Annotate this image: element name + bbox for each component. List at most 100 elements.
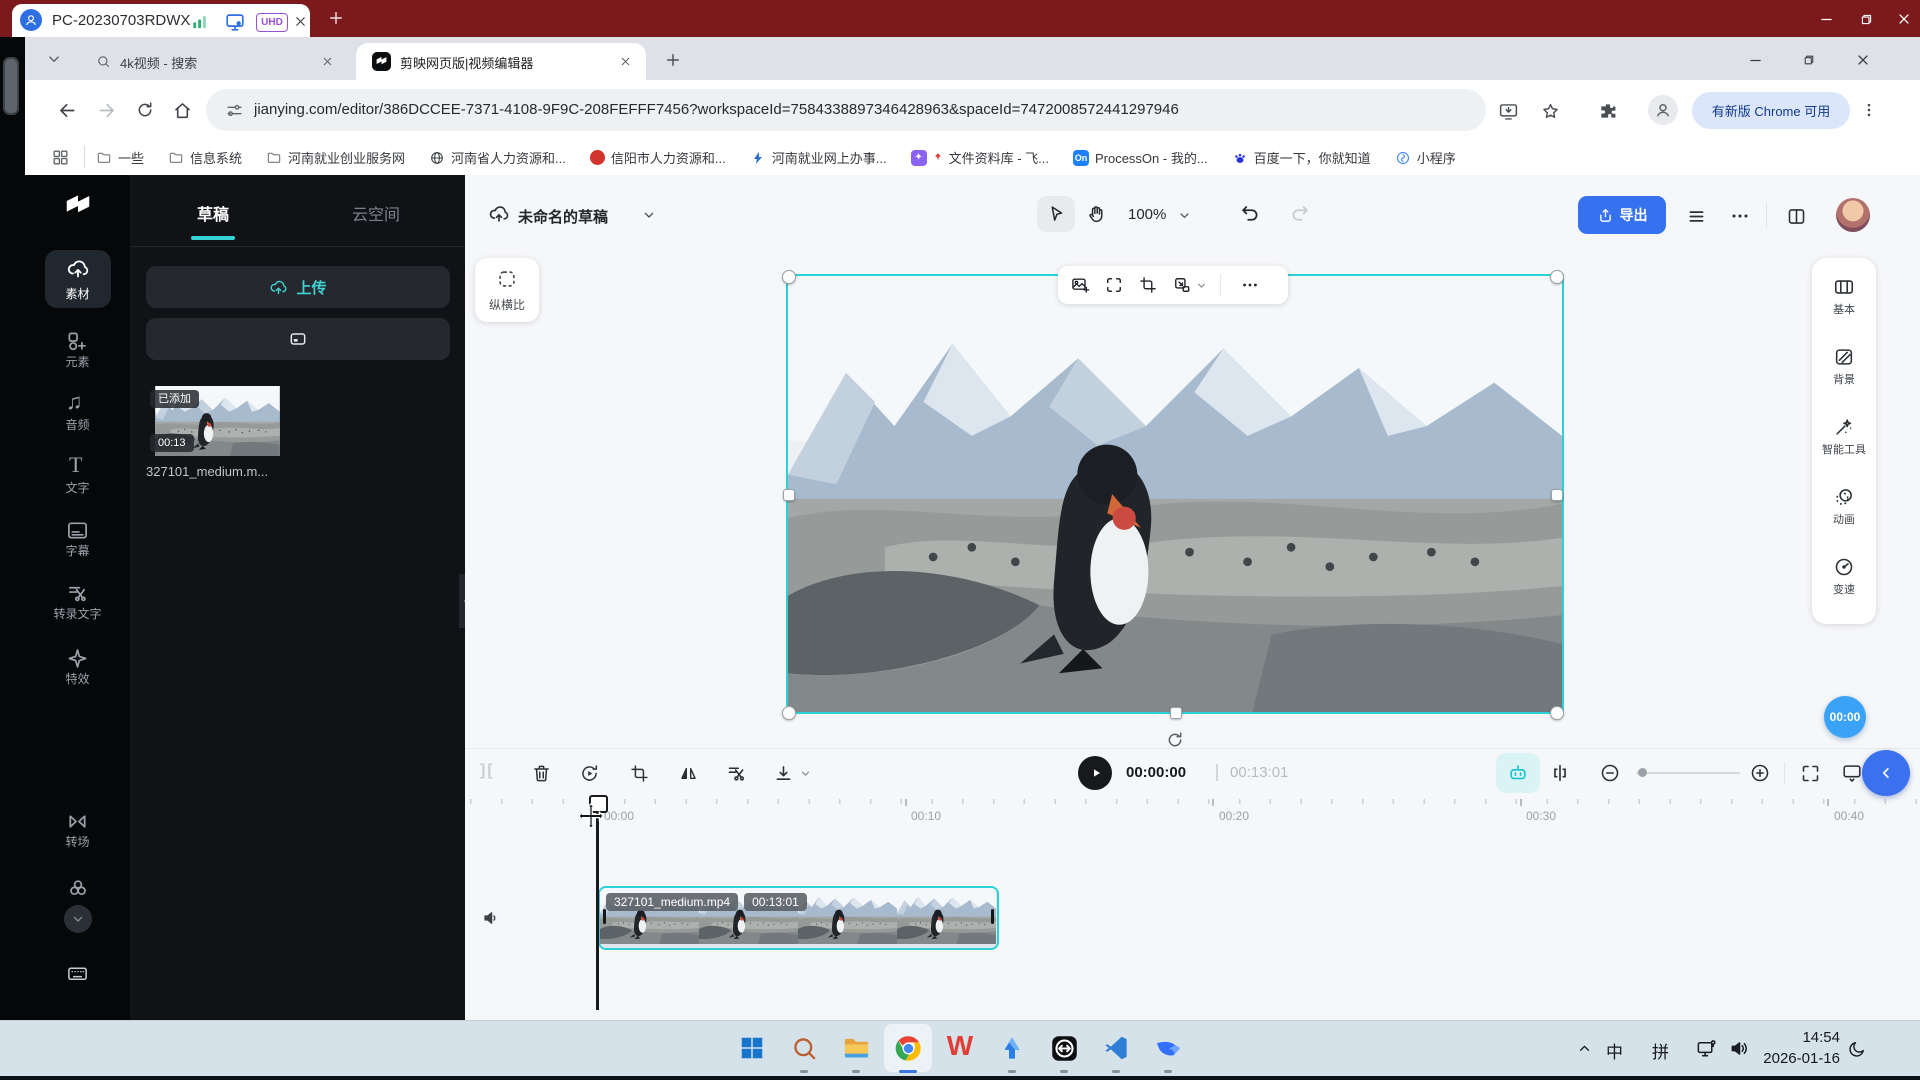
wps-icon[interactable]: W [944, 1030, 976, 1062]
timeline-ruler[interactable] [470, 799, 1920, 804]
pip-layout-button[interactable] [146, 318, 450, 360]
tab-list-chevron-icon[interactable] [44, 49, 64, 69]
crop-clip-icon[interactable] [627, 761, 651, 785]
chrome-menu-icon[interactable] [1858, 99, 1880, 121]
profile-avatar[interactable] [1648, 95, 1678, 125]
resize-chevron-icon[interactable] [1194, 278, 1208, 292]
more-options-icon[interactable] [1728, 204, 1752, 228]
chrome-maximize-button[interactable] [1798, 49, 1820, 71]
side-panel-handle[interactable] [3, 57, 19, 115]
session-monitor-icon[interactable] [224, 11, 246, 33]
tray-chevron-up-icon[interactable] [1574, 1038, 1594, 1058]
teamviewer-icon[interactable] [1048, 1032, 1080, 1064]
timeline-collapse-pill[interactable] [1862, 750, 1910, 796]
omnibox[interactable]: jianying.com/editor/386DCCEE-7371-4108-9… [206, 89, 1486, 131]
tray-network-icon[interactable] [1694, 1036, 1718, 1060]
reverse-icon[interactable] [577, 761, 601, 785]
smart-assistant-button[interactable] [1496, 753, 1540, 793]
rail-label[interactable]: 变速 [1812, 581, 1876, 597]
text-icon[interactable]: T [69, 454, 82, 476]
new-session-button[interactable] [326, 8, 346, 28]
chrome-taskbar-icon[interactable] [892, 1032, 924, 1064]
subtitle-icon[interactable] [66, 519, 89, 542]
nav-label[interactable]: 文字 [25, 479, 130, 496]
aspect-ratio-button[interactable]: 纵横比 [475, 258, 539, 322]
chrome-minimize-button[interactable] [1744, 49, 1766, 71]
refresh-icon[interactable] [133, 98, 157, 122]
vscode-icon[interactable] [1100, 1032, 1132, 1064]
transcribe-icon[interactable] [66, 582, 89, 605]
zoom-chevron-icon[interactable] [1176, 207, 1192, 223]
transition-icon[interactable] [66, 810, 89, 833]
uhd-badge[interactable]: UHD [256, 13, 288, 32]
draft-title[interactable]: 未命名的草稿 [518, 206, 608, 227]
nav-label[interactable]: 音频 [25, 416, 130, 433]
delete-icon[interactable] [529, 761, 553, 785]
zoom-in-icon[interactable] [1748, 761, 1772, 785]
rail-label[interactable]: 智能工具 [1812, 441, 1876, 457]
tab-drafts[interactable]: 草稿 [197, 201, 229, 225]
zoom-slider-thumb[interactable] [1638, 768, 1647, 777]
background-icon[interactable] [1833, 346, 1855, 368]
bookmark-star-icon[interactable] [1538, 99, 1562, 123]
upload-button[interactable]: 上传 [146, 266, 450, 308]
draft-title-chevron-icon[interactable] [640, 206, 658, 224]
zoom-level[interactable]: 100% [1128, 206, 1166, 223]
tray-volume-icon[interactable] [1728, 1036, 1752, 1060]
browser-tab-capcut[interactable]: 剪映网页版|视频编辑器 [356, 43, 646, 80]
nav-label[interactable]: 字幕 [25, 542, 130, 559]
bookmark-item[interactable]: 一些 [96, 148, 144, 167]
elements-icon[interactable] [66, 330, 89, 353]
bookmark-item[interactable]: OnProcessOn - 我的... [1073, 148, 1208, 167]
bookmark-item[interactable]: 河南就业网上办事... [750, 148, 887, 167]
selection-handle-w[interactable] [783, 489, 795, 501]
rail-label[interactable]: 背景 [1812, 371, 1876, 387]
rdp-minimize-button[interactable] [1816, 9, 1836, 29]
back-icon[interactable] [55, 98, 79, 122]
tab-close-icon[interactable] [618, 54, 633, 69]
selection-handle-s[interactable] [1170, 707, 1182, 719]
filter-icon[interactable] [66, 876, 90, 900]
basic-icon[interactable] [1833, 276, 1855, 298]
bookmark-item[interactable]: 河南省人力资源和... [429, 148, 566, 167]
video-preview[interactable] [788, 276, 1562, 712]
rail-label[interactable]: 基本 [1812, 301, 1876, 317]
apps-grid-icon[interactable] [50, 147, 71, 168]
mirror-icon[interactable] [676, 761, 700, 785]
more-icon[interactable] [1240, 275, 1260, 295]
fit-frame-icon[interactable] [1104, 275, 1124, 295]
track-mute-icon[interactable] [480, 906, 504, 930]
night-mode-icon[interactable] [1846, 1038, 1868, 1060]
tab-close-icon[interactable] [320, 54, 335, 69]
split-at-playhead-icon[interactable] [1548, 761, 1572, 785]
redo-icon[interactable] [1288, 201, 1312, 225]
tray-clock[interactable]: 14:54 2026-01-16 [1752, 1027, 1840, 1069]
rdp-close-button[interactable] [1894, 9, 1914, 29]
split-tool-icon[interactable]: ][ [480, 762, 495, 780]
trim-handle-left[interactable] [603, 909, 606, 924]
tim-app-icon[interactable] [996, 1032, 1028, 1064]
download-icon[interactable] [771, 761, 795, 785]
hand-tool-icon[interactable] [1085, 202, 1109, 226]
home-icon[interactable] [170, 98, 194, 122]
bookmark-item[interactable]: 小程序 [1395, 148, 1456, 167]
forward-icon[interactable] [94, 98, 118, 122]
play-button[interactable] [1078, 756, 1112, 790]
site-settings-icon[interactable] [224, 100, 244, 120]
undo-icon[interactable] [1238, 201, 1262, 225]
ime-mode[interactable]: 拼 [1652, 1038, 1669, 1063]
preview-monitor-icon[interactable] [1840, 761, 1864, 785]
bookmark-item[interactable]: 百度一下，你就知道 [1232, 148, 1371, 167]
animation-icon[interactable] [1833, 486, 1855, 508]
nav-label[interactable]: 转场 [25, 833, 130, 850]
effects-icon[interactable] [66, 647, 89, 670]
selection-handle-nw[interactable] [782, 270, 796, 284]
shortcut-keyboard-icon[interactable] [66, 962, 89, 985]
bookmark-item[interactable]: 河南就业创业服务网 [266, 148, 405, 167]
new-tab-button[interactable] [662, 49, 684, 71]
tab-cloud[interactable]: 云空间 [352, 201, 400, 225]
fullscreen-icon[interactable] [1798, 761, 1822, 785]
crop-icon[interactable] [1138, 275, 1158, 295]
nav-label[interactable]: 元素 [25, 353, 130, 370]
user-avatar[interactable] [1836, 198, 1870, 232]
